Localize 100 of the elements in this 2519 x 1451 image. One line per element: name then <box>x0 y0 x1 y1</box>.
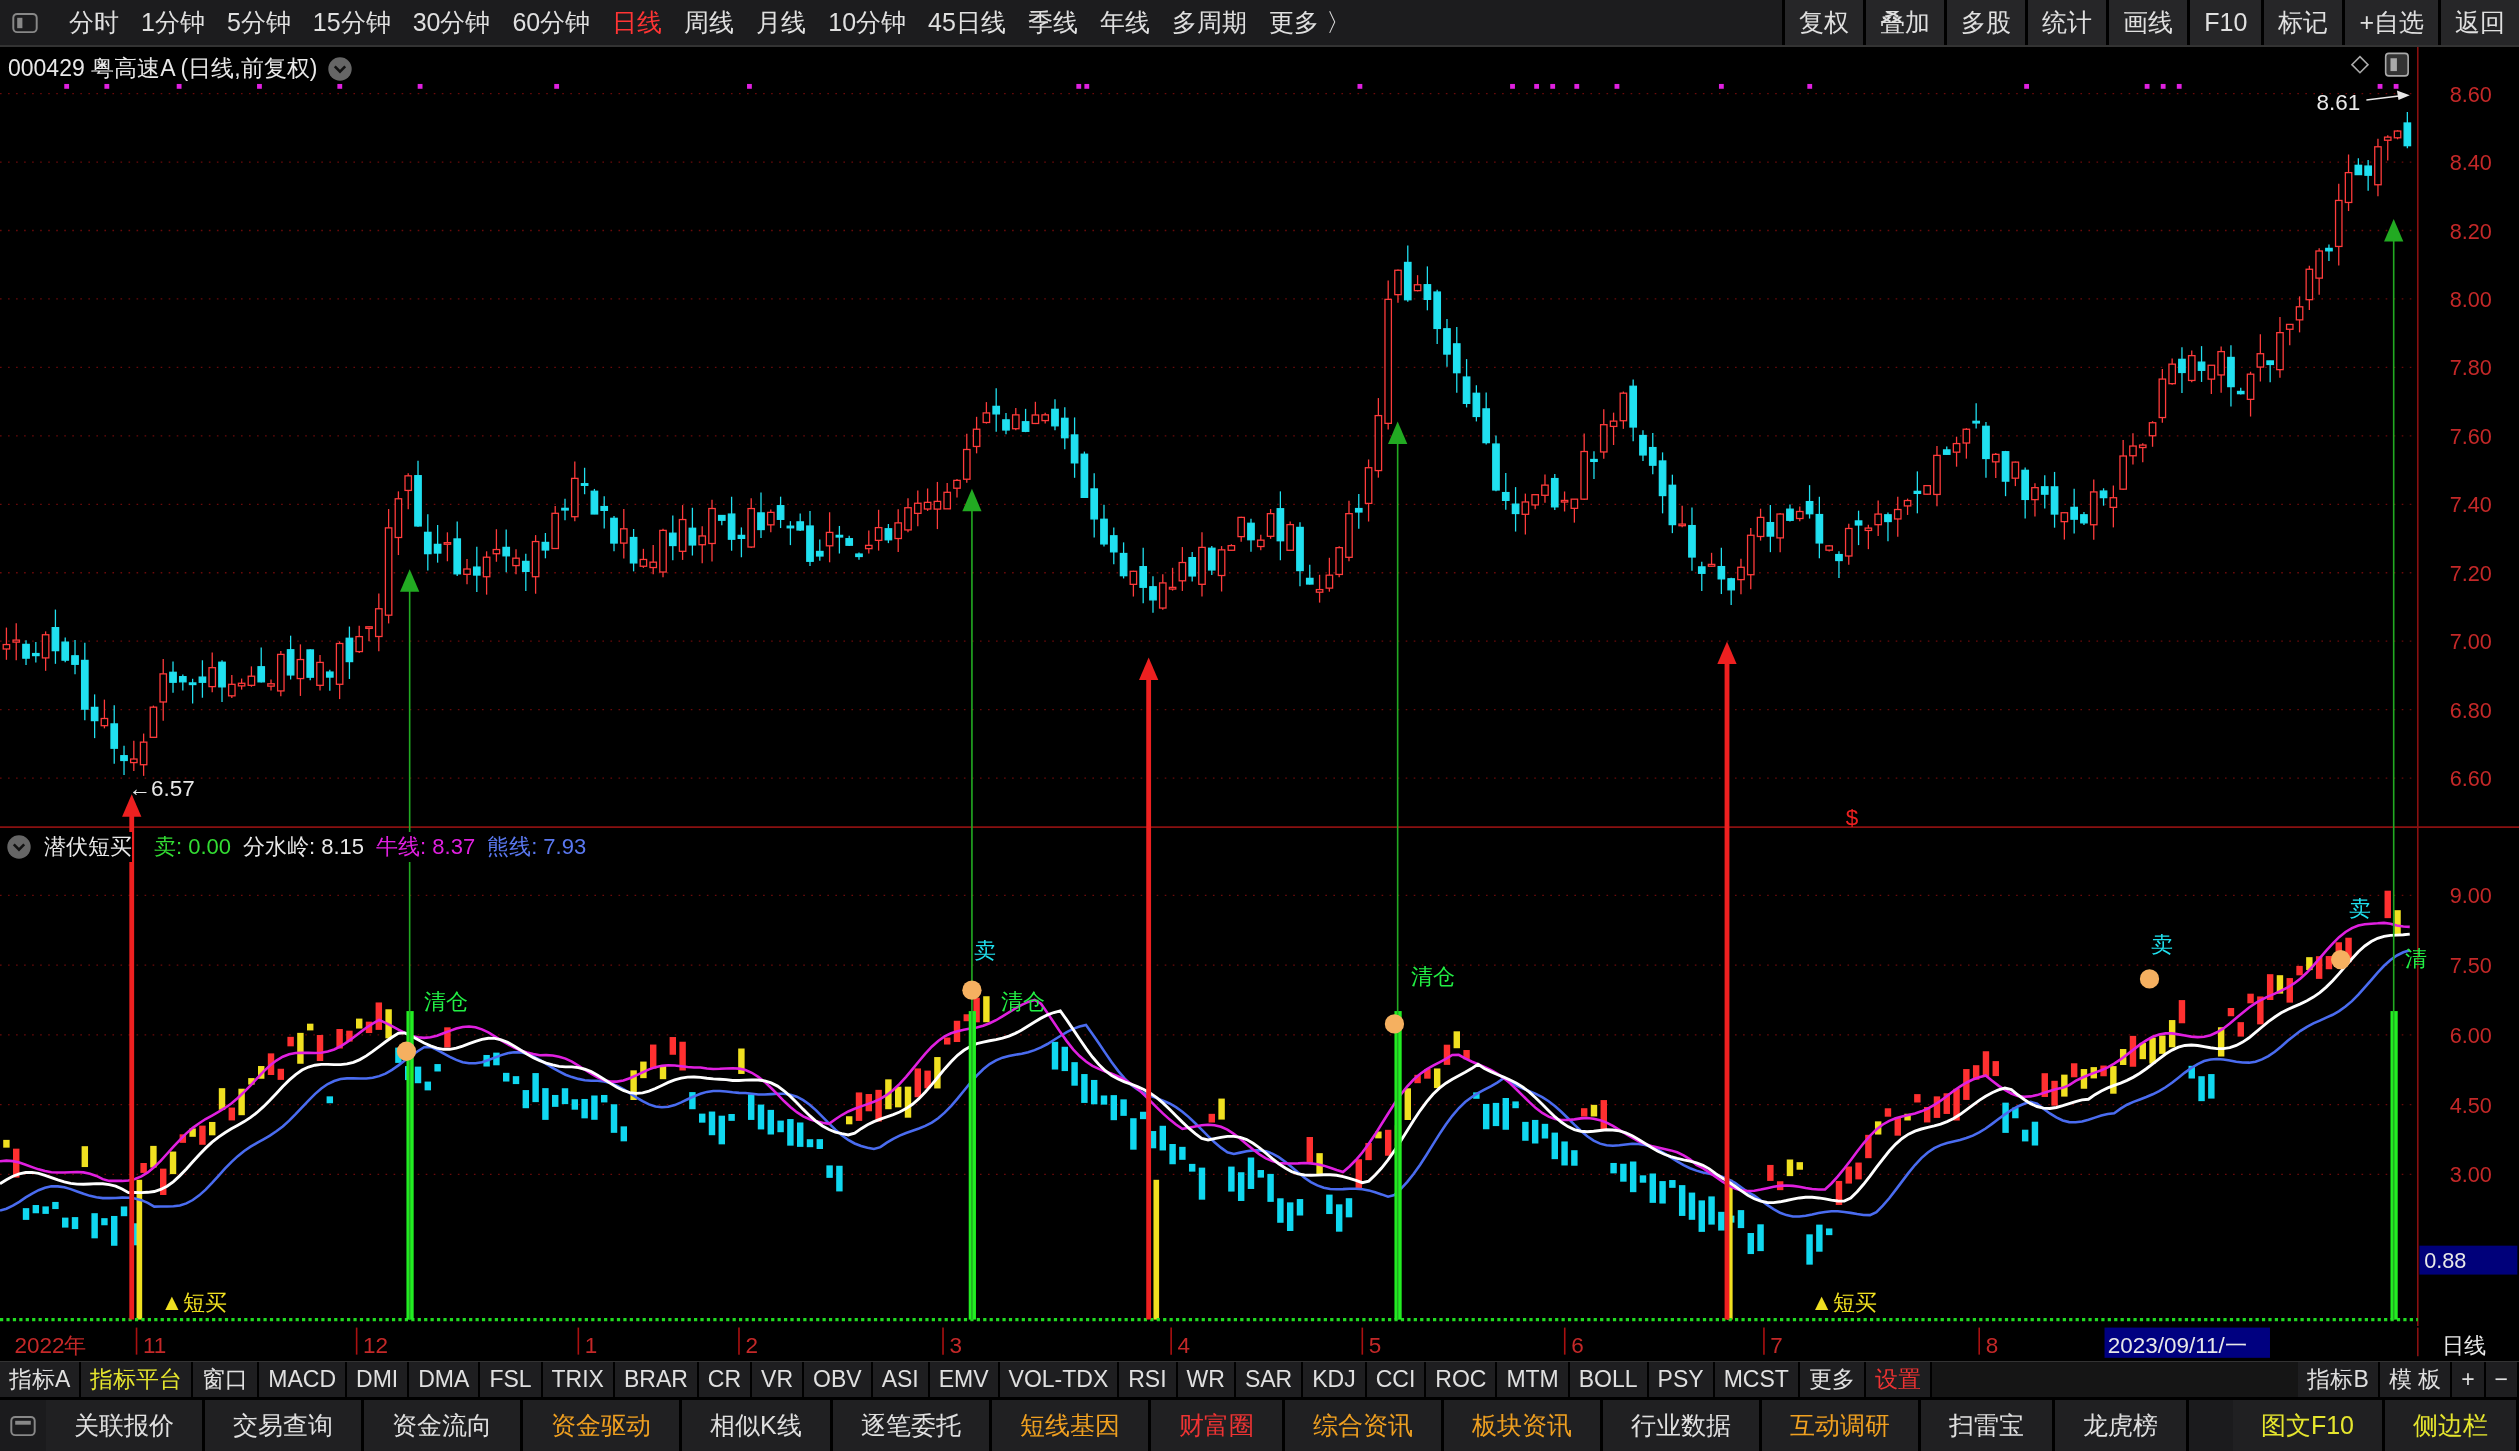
toolbar-button[interactable]: 标记 <box>2261 0 2343 45</box>
date-axis-label: 7 <box>1763 1326 1783 1358</box>
period-tab[interactable]: 5分钟 <box>215 0 302 45</box>
period-tab[interactable]: 日线 <box>601 0 674 45</box>
chart-marker: $ <box>1845 804 1859 830</box>
price-axis-label: 7.20 <box>2449 560 2492 586</box>
indicator-tab[interactable]: MCST <box>1714 1362 1800 1397</box>
period-tab[interactable]: 月线 <box>745 0 818 45</box>
period-tab[interactable]: 10分钟 <box>817 0 918 45</box>
indicator-tab[interactable]: KDJ <box>1303 1362 1367 1397</box>
indicator-tab[interactable]: BRAR <box>614 1362 699 1397</box>
indicator-tab[interactable]: 模 板 <box>2379 1362 2453 1397</box>
period-tab[interactable]: 15分钟 <box>301 0 402 45</box>
bottom-bar-button[interactable]: 资金驱动 <box>523 1400 682 1451</box>
toolbar-button[interactable]: 画线 <box>2106 0 2188 45</box>
indicator-tab[interactable]: RSI <box>1119 1362 1178 1397</box>
indicator-tab[interactable]: DMA <box>409 1362 481 1397</box>
indicator-tab[interactable]: CCI <box>1366 1362 1427 1397</box>
toolbar-button[interactable]: 统计 <box>2025 0 2107 45</box>
price-axis-label: 7.60 <box>2449 423 2492 449</box>
period-tab[interactable]: 更多 〉 <box>1257 0 1362 45</box>
toolbar-button[interactable]: 多股 <box>1944 0 2026 45</box>
bottom-bar-button[interactable]: 资金流向 <box>364 1400 523 1451</box>
low-price-marker: ←6.57 <box>128 775 195 801</box>
high-price-marker: 8.61 <box>2316 89 2361 115</box>
indicator-tab[interactable]: TRIX <box>542 1362 615 1397</box>
toolbar-button[interactable]: F10 <box>2187 0 2262 45</box>
indicator-tab[interactable]: + <box>2452 1362 2486 1397</box>
indicator-tab[interactable]: MACD <box>259 1362 348 1397</box>
toolbar-button[interactable]: 复权 <box>1782 0 1864 45</box>
indicator-tab[interactable]: MTM <box>1497 1362 1570 1397</box>
indicator-tab[interactable]: VR <box>752 1362 805 1397</box>
stock-title: 000429 粤高速A (日线,前复权) <box>8 54 318 83</box>
date-axis-label: 8 <box>1978 1326 1999 1358</box>
indicator-axis-label: 4.50 <box>2449 1092 2492 1118</box>
indicator-tab[interactable]: CR <box>698 1362 753 1397</box>
period-tab[interactable]: 周线 <box>673 0 746 45</box>
indicator-tab[interactable]: BOLL <box>1569 1362 1649 1397</box>
bottom-bar-button[interactable]: 侧边栏 <box>2385 1400 2519 1451</box>
bottom-bar-button[interactable]: 相似K线 <box>682 1400 833 1451</box>
price-axis-label: 8.20 <box>2449 218 2492 244</box>
bottom-bar-button[interactable]: 综合资讯 <box>1284 1400 1444 1451</box>
period-tab[interactable]: 季线 <box>1016 0 1089 45</box>
indicator-value: 牛线: 8.37 <box>376 832 476 862</box>
indicator-tab[interactable]: 设置 <box>1865 1362 1932 1397</box>
signal-label: 卖 <box>2151 931 2174 957</box>
bottom-bar-button[interactable]: 财富圈 <box>1150 1400 1285 1451</box>
price-axis-label: 8.00 <box>2449 287 2492 312</box>
price-axis-label: 8.60 <box>2449 81 2492 107</box>
signal-label: 清仓 <box>1410 963 1455 989</box>
indicator-tab[interactable]: WR <box>1177 1362 1236 1397</box>
date-axis-label: 5 <box>1361 1326 1382 1358</box>
date-axis-label: 12 <box>355 1326 389 1358</box>
indicator-tab[interactable]: SAR <box>1235 1362 1304 1397</box>
toolbar-button[interactable]: 返回 <box>2438 0 2519 45</box>
indicator-tab[interactable]: 指标B <box>2298 1362 2380 1397</box>
date-axis-label: 6 <box>1563 1326 1584 1358</box>
bottom-bar-button[interactable]: 短线基因 <box>991 1400 1151 1451</box>
indicator-tab[interactable]: ROC <box>1426 1362 1498 1397</box>
bottom-bar-button[interactable]: 板块资讯 <box>1443 1400 1603 1451</box>
indicator-tab[interactable]: PSY <box>1648 1362 1715 1397</box>
indicator-tab[interactable]: 窗口 <box>193 1362 260 1397</box>
indicator-axis-label: 9.00 <box>2449 883 2492 909</box>
indicator-tab[interactable]: 指标A <box>0 1362 82 1397</box>
price-axis-label: 8.40 <box>2449 150 2492 176</box>
period-tab[interactable]: 45日线 <box>917 0 1017 45</box>
bottom-bar-button[interactable]: 图文F10 <box>2232 1400 2385 1451</box>
indicator-tab[interactable]: FSL <box>480 1362 543 1397</box>
bottom-bar-button[interactable]: 关联报价 <box>46 1400 205 1451</box>
period-tab[interactable]: 分时 <box>58 0 130 45</box>
bottom-bar-button[interactable]: 龙虎榜 <box>2054 1400 2189 1451</box>
indicator-tab[interactable]: VOL-TDX <box>999 1362 1120 1397</box>
bottom-bar-button[interactable]: 互动调研 <box>1761 1400 1921 1451</box>
bottom-bar-button[interactable]: 交易查询 <box>205 1400 364 1451</box>
cursor-date-label: 2023/09/11/一 <box>2104 1327 2270 1358</box>
period-tab[interactable]: 年线 <box>1088 0 1161 45</box>
indicator-tab[interactable]: 更多 <box>1799 1362 1866 1397</box>
indicator-tab[interactable]: ASI <box>872 1362 930 1397</box>
bottom-bar-button[interactable]: 扫雷宝 <box>1920 1400 2055 1451</box>
date-axis-label: 2022年 <box>14 1333 87 1358</box>
bottom-bar-button[interactable]: 行业数据 <box>1602 1400 1762 1451</box>
period-tab[interactable]: 1分钟 <box>130 0 216 45</box>
price-axis-label: 7.80 <box>2449 355 2492 381</box>
price-axis-label: 7.00 <box>2449 629 2492 655</box>
bottom-bar-button[interactable]: 逐笔委托 <box>832 1400 992 1451</box>
price-axis-label: 6.60 <box>2449 766 2492 792</box>
signal-label: ▲短买 <box>160 1289 227 1315</box>
indicator-tab[interactable]: 指标平台 <box>81 1362 194 1397</box>
indicator-tab[interactable]: DMI <box>347 1362 410 1397</box>
toolbar-button[interactable]: +自选 <box>2342 0 2438 45</box>
toolbar-button[interactable]: 叠加 <box>1863 0 1945 45</box>
date-axis-label: 3 <box>942 1326 962 1358</box>
price-axis-label: 7.40 <box>2449 492 2492 518</box>
indicator-tab[interactable]: OBV <box>804 1362 873 1397</box>
period-tab[interactable]: 多周期 <box>1160 0 1258 45</box>
indicator-tab[interactable]: EMV <box>929 1362 1000 1397</box>
period-tab[interactable]: 30分钟 <box>401 0 502 45</box>
indicator-tab[interactable]: − <box>2485 1362 2519 1397</box>
indicator-axis-label: 7.50 <box>2449 953 2492 979</box>
period-tab[interactable]: 60分钟 <box>501 0 602 45</box>
